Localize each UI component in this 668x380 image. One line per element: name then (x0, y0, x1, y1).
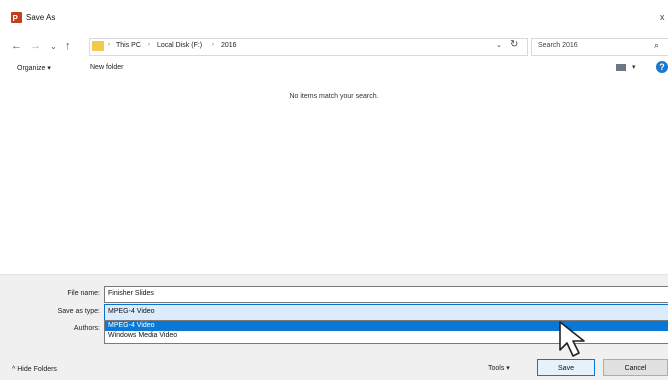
close-icon[interactable]: x (660, 12, 665, 22)
powerpoint-logo-icon: P (11, 12, 22, 23)
empty-message: No items match your search. (289, 93, 379, 100)
save-as-type-label: Save as type: (57, 308, 100, 315)
breadcrumb-this-pc[interactable]: This PC (116, 42, 141, 49)
file-list-area[interactable] (0, 78, 668, 274)
organize-menu-button[interactable]: Organize ▾ (17, 64, 51, 72)
breadcrumb-local-disk[interactable]: Local Disk (F:) (157, 42, 202, 49)
mouse-pointer-icon (559, 321, 585, 357)
chevron-up-icon: ^ (12, 366, 16, 373)
title-bar (0, 0, 668, 32)
search-placeholder: Search 2016 (538, 42, 578, 49)
search-icon[interactable]: ⌕ (654, 40, 659, 51)
breadcrumb-separator: › (212, 42, 214, 48)
type-option-label: MPEG-4 Video (108, 322, 155, 329)
address-bar[interactable] (89, 38, 528, 56)
file-name-value: Finisher Slides (108, 290, 154, 297)
forward-arrow-icon[interactable]: → (30, 40, 41, 52)
hide-folders-button[interactable]: ^ Hide Folders (12, 366, 57, 373)
refresh-icon[interactable]: ↻ (510, 39, 518, 50)
save-as-type-select[interactable] (104, 304, 668, 321)
tools-menu-button[interactable]: Tools ▾ (488, 364, 510, 372)
authors-label: Authors: (73, 325, 100, 332)
breadcrumb-2016[interactable]: 2016 (221, 42, 237, 49)
view-options-icon[interactable] (616, 64, 626, 71)
folder-icon (92, 41, 104, 51)
hide-folders-label: Hide Folders (17, 366, 57, 373)
svg-text:P: P (13, 14, 19, 23)
save-as-type-value: MPEG-4 Video (108, 308, 155, 315)
file-name-label: File name: (67, 290, 100, 297)
up-arrow-icon[interactable]: ↑ (65, 40, 71, 52)
save-button[interactable]: Save (537, 359, 595, 376)
help-icon[interactable]: ? (656, 61, 668, 73)
address-dropdown-icon[interactable]: ⌄ (496, 41, 502, 49)
new-folder-button[interactable]: New folder (90, 64, 123, 71)
back-arrow-icon[interactable]: ← (11, 40, 22, 52)
type-option-wmv[interactable]: Windows Media Video (108, 332, 177, 339)
view-dropdown-icon[interactable]: ▾ (632, 63, 636, 71)
window-title: Save As (26, 13, 56, 22)
breadcrumb-separator: › (148, 42, 150, 48)
file-name-input[interactable] (104, 286, 668, 303)
breadcrumb-separator: › (108, 42, 110, 48)
cancel-button[interactable]: Cancel (603, 359, 668, 376)
recent-dropdown-icon[interactable]: ⌄ (50, 42, 57, 51)
